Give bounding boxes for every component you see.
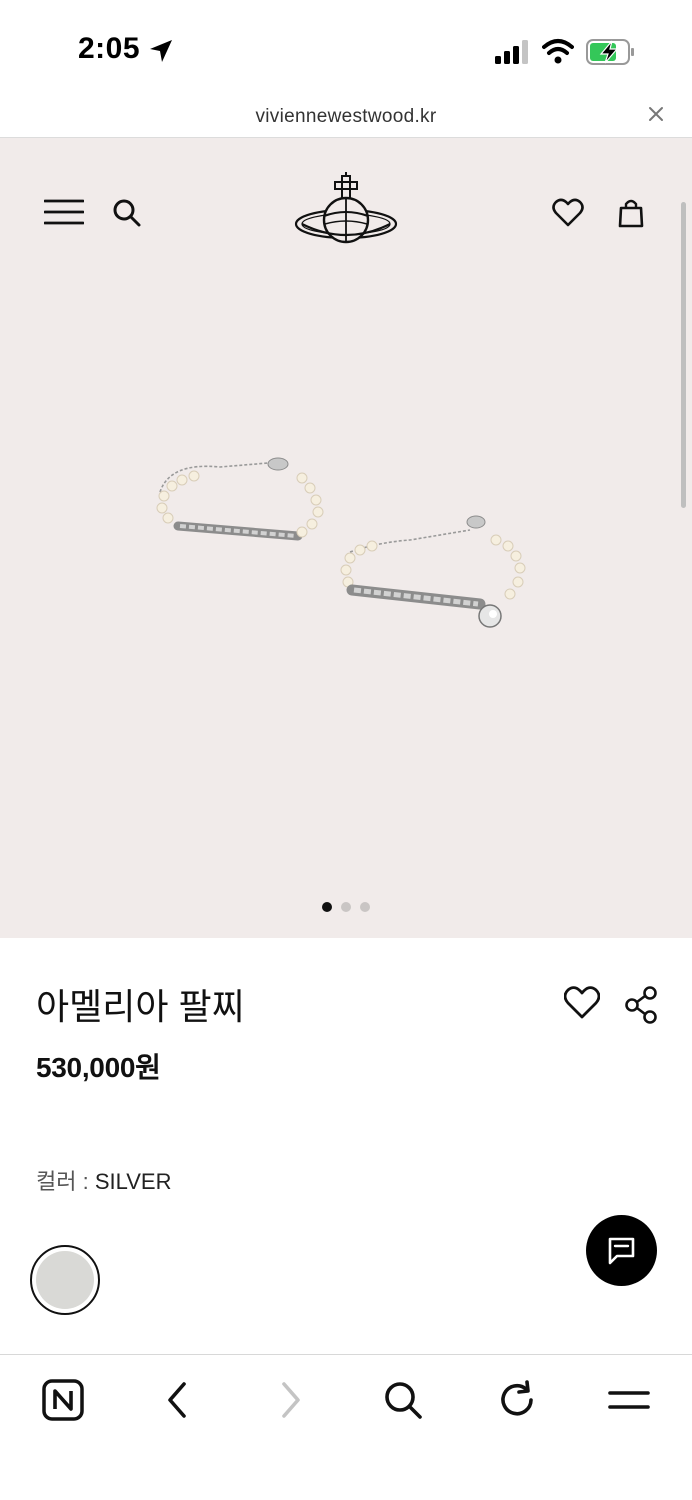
pearl-bracelets-image	[156, 457, 526, 628]
url-text[interactable]: viviennewestwood.kr	[0, 106, 692, 128]
search-button[interactable]	[380, 1377, 426, 1423]
naver-home-button[interactable]	[40, 1377, 86, 1423]
wifi-icon	[542, 39, 574, 64]
wishlist-heart-icon[interactable]	[564, 986, 600, 1020]
hamburger-menu-icon[interactable]	[44, 198, 84, 226]
refresh-button[interactable]	[494, 1377, 540, 1423]
naver-home-icon	[42, 1379, 84, 1421]
color-value: SILVER	[94, 1169, 172, 1194]
carousel-dot-2[interactable]	[341, 902, 351, 912]
browser-toolbar	[0, 1354, 692, 1500]
color-label: 컬러 :	[36, 1169, 95, 1194]
carousel-dot-3[interactable]	[360, 902, 370, 912]
orb-logo[interactable]	[292, 172, 400, 248]
swatch-fill	[36, 1251, 94, 1309]
browser-url-bar[interactable]: viviennewestwood.kr	[0, 100, 692, 138]
chat-button[interactable]	[586, 1215, 657, 1286]
status-time: 2:05	[78, 32, 141, 65]
cellular-signal-icon	[495, 40, 528, 64]
share-icon[interactable]	[624, 986, 658, 1024]
scrollbar[interactable]	[681, 202, 686, 508]
product-title: 아멜리아 팔찌	[36, 986, 245, 1027]
menu-icon	[608, 1391, 650, 1409]
shopping-bag-icon[interactable]	[618, 198, 644, 228]
menu-button[interactable]	[606, 1377, 652, 1423]
close-icon[interactable]	[648, 106, 664, 122]
status-bar: 2:05	[0, 0, 692, 100]
back-button[interactable]	[154, 1377, 200, 1423]
back-arrow-icon	[168, 1382, 186, 1418]
forward-button[interactable]	[268, 1377, 314, 1423]
location-arrow-icon	[150, 40, 172, 62]
search-icon	[385, 1382, 422, 1419]
color-swatch-silver[interactable]	[30, 1245, 100, 1315]
battery-charging-icon	[586, 39, 634, 65]
product-hero[interactable]	[0, 138, 692, 938]
product-price: 530,000원	[36, 1052, 161, 1083]
chat-bubble-icon	[608, 1237, 635, 1265]
search-icon[interactable]	[112, 198, 142, 228]
heart-icon[interactable]	[552, 198, 584, 228]
carousel-dots[interactable]	[0, 902, 692, 914]
color-row: 컬러 : SILVER	[36, 1164, 171, 1196]
refresh-icon	[501, 1380, 533, 1416]
carousel-dot-1[interactable]	[322, 902, 332, 912]
forward-arrow-icon	[282, 1382, 300, 1418]
